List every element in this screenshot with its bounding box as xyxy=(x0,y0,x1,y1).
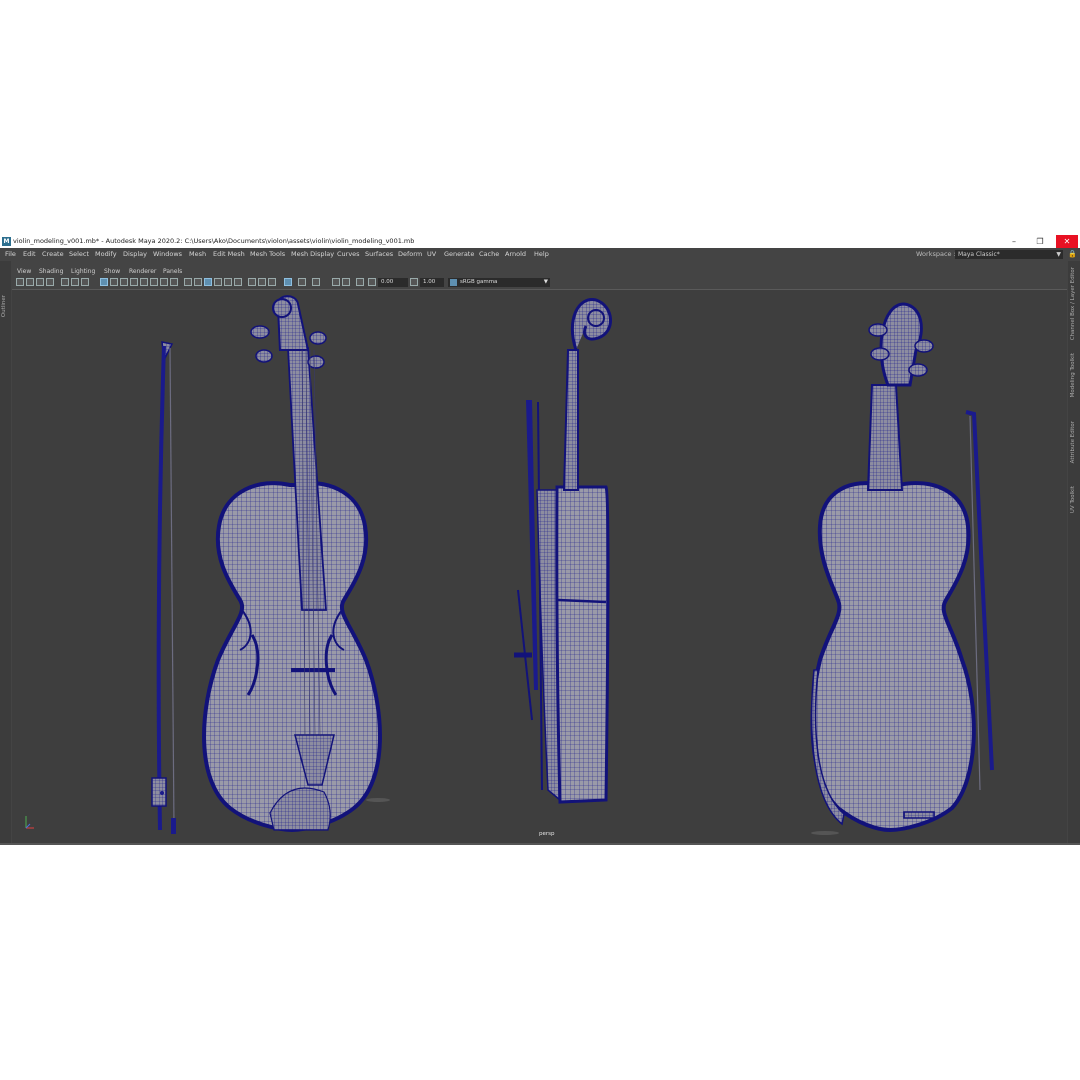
maya-window: M violin_modeling_v001.mb* - Autodesk Ma… xyxy=(0,235,1080,845)
menu-arnold[interactable]: Arnold xyxy=(505,248,526,261)
menu-windows[interactable]: Windows xyxy=(153,248,182,261)
ground-shadow xyxy=(811,831,839,835)
safe-title-icon[interactable] xyxy=(160,278,168,286)
menu-deform[interactable]: Deform xyxy=(398,248,422,261)
close-button[interactable]: ✕ xyxy=(1056,235,1078,248)
lock-icon[interactable]: 🔒 xyxy=(1068,250,1077,259)
grid-icon[interactable] xyxy=(81,278,89,286)
shadows-icon[interactable] xyxy=(234,278,242,286)
motion-blur-icon[interactable] xyxy=(258,278,266,286)
chevron-down-icon: ▼ xyxy=(1056,251,1061,258)
menu-select[interactable]: Select xyxy=(69,248,89,261)
menu-create[interactable]: Create xyxy=(42,248,64,261)
panel-menu-view[interactable]: View xyxy=(17,267,31,277)
viewport-scene xyxy=(151,295,994,835)
menu-uv[interactable]: UV xyxy=(427,248,436,261)
window-title: violin_modeling_v001.mb* - Autodesk Maya… xyxy=(13,237,415,245)
panel-menu-renderer[interactable]: Renderer xyxy=(129,267,156,277)
menu-mesh-tools[interactable]: Mesh Tools xyxy=(250,248,285,261)
menu-mesh-display[interactable]: Mesh Display xyxy=(291,248,334,261)
panel-menu-lighting[interactable]: Lighting xyxy=(71,267,95,277)
resolution-gate-icon[interactable] xyxy=(120,278,128,286)
gamma-field[interactable]: 1.00 xyxy=(420,278,444,287)
chevron-down-icon: ▼ xyxy=(543,279,548,285)
menu-surfaces[interactable]: Surfaces xyxy=(365,248,393,261)
safe-action-icon[interactable] xyxy=(150,278,158,286)
camera-attributes-icon[interactable] xyxy=(26,278,34,286)
panel-toolbar: 0.00 1.00 sRGB gamma ▼ xyxy=(12,277,1066,288)
right-side-panel: Channel Box / Layer Editor Modeling Tool… xyxy=(1068,261,1080,845)
outliner-tab[interactable]: Outliner xyxy=(1,295,7,317)
panel-menu-show[interactable]: Show xyxy=(104,267,120,277)
exposure-icon xyxy=(368,278,376,286)
wireframe-icon[interactable] xyxy=(100,278,108,286)
panel-menu-shading[interactable]: Shading xyxy=(39,267,63,277)
grease-pencil-icon[interactable] xyxy=(61,278,69,286)
menu-help[interactable]: Help xyxy=(534,248,549,261)
multisample-icon[interactable] xyxy=(268,278,276,286)
violin-back-view[interactable] xyxy=(810,302,994,833)
color-management-select[interactable]: sRGB gamma ▼ xyxy=(448,278,550,287)
select-camera-icon[interactable] xyxy=(16,278,24,286)
violin-bow-front[interactable] xyxy=(151,341,176,834)
channel-box-tab[interactable]: Channel Box / Layer Editor xyxy=(1070,267,1076,340)
uv-toolkit-tab[interactable]: UV Toolkit xyxy=(1070,486,1076,513)
minimize-button[interactable]: – xyxy=(1003,235,1025,248)
menu-cache[interactable]: Cache xyxy=(479,248,499,261)
maximize-button[interactable]: ❐ xyxy=(1029,235,1051,248)
panel-menubar: View Shading Lighting Show Renderer Pane… xyxy=(12,267,1066,277)
smooth-shade-icon[interactable] xyxy=(194,278,202,286)
textured-icon[interactable] xyxy=(214,278,222,286)
attribute-editor-tab[interactable]: Attribute Editor xyxy=(1070,421,1076,463)
main-menubar: File Edit Create Select Modify Display W… xyxy=(0,248,1080,261)
workspace-value: Maya Classic* xyxy=(958,251,1000,258)
exposure-field[interactable]: 0.00 xyxy=(378,278,408,287)
xray-active-icon[interactable] xyxy=(312,278,320,286)
backface-icon[interactable] xyxy=(332,278,340,286)
violin-front-view[interactable] xyxy=(202,295,382,833)
2d-pan-zoom-icon[interactable] xyxy=(71,278,79,286)
gamma-icon xyxy=(410,278,418,286)
lighting-icon[interactable] xyxy=(224,278,232,286)
wireframe-on-shaded-icon[interactable] xyxy=(204,278,212,286)
title-bar: M violin_modeling_v001.mb* - Autodesk Ma… xyxy=(0,235,1080,248)
color-management-toggle[interactable] xyxy=(450,279,457,286)
axis-gizmo-icon xyxy=(25,816,34,829)
film-gate-icon[interactable] xyxy=(110,278,118,286)
menu-generate[interactable]: Generate xyxy=(444,248,474,261)
xray-joints-icon[interactable] xyxy=(298,278,306,286)
modeling-toolkit-tab[interactable]: Modeling Toolkit xyxy=(1070,353,1076,397)
isolate-icon[interactable] xyxy=(284,278,292,286)
camera-name-label: persp xyxy=(539,831,555,837)
menu-edit[interactable]: Edit xyxy=(23,248,36,261)
gate-mask-icon[interactable] xyxy=(130,278,138,286)
panel-menu-panels[interactable]: Panels xyxy=(163,267,182,277)
menu-modify[interactable]: Modify xyxy=(95,248,117,261)
ambient-occlusion-icon[interactable] xyxy=(248,278,256,286)
field-chart-icon[interactable] xyxy=(140,278,148,286)
menu-edit-mesh[interactable]: Edit Mesh xyxy=(213,248,245,261)
image-plane-icon[interactable] xyxy=(46,278,54,286)
bookmark-icon[interactable] xyxy=(36,278,44,286)
menu-curves[interactable]: Curves xyxy=(337,248,360,261)
depth-peeling-icon[interactable] xyxy=(342,278,350,286)
viewport-bottom-border xyxy=(0,843,1080,845)
left-side-panel: Outliner xyxy=(0,261,11,845)
menu-file[interactable]: File xyxy=(5,248,16,261)
color-management-value: sRGB gamma xyxy=(460,279,498,285)
ground-shadow xyxy=(366,798,390,802)
menu-mesh[interactable]: Mesh xyxy=(189,248,206,261)
isolate-select-icon[interactable] xyxy=(170,278,178,286)
workspace-label: Workspace : xyxy=(916,250,956,258)
xray-icon[interactable] xyxy=(184,278,192,286)
persp-viewport[interactable]: persp xyxy=(12,289,1067,844)
maya-app-icon: M xyxy=(2,237,11,246)
violin-side-view[interactable] xyxy=(514,298,612,804)
workspace-select[interactable]: Maya Classic* ▼ xyxy=(955,250,1063,259)
hud-icon[interactable] xyxy=(356,278,364,286)
menu-display[interactable]: Display xyxy=(123,248,147,261)
